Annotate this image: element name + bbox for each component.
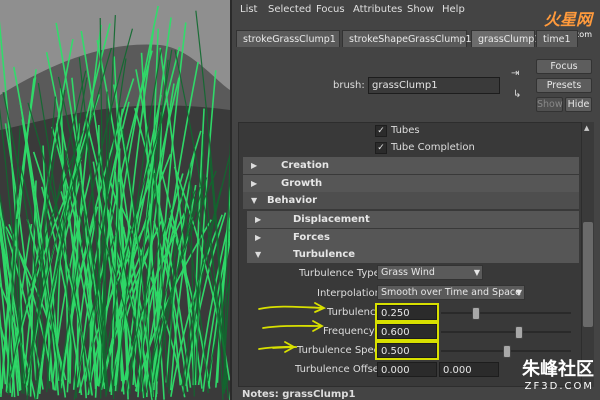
highlight-box-speed xyxy=(375,341,439,360)
presets-button[interactable]: Presets xyxy=(536,78,592,93)
input-connection-icon[interactable]: ⇥ xyxy=(511,68,523,80)
dropdown-arrow-icon: ▼ xyxy=(515,288,522,297)
collapsed-arrow-icon: ▶ xyxy=(251,161,258,170)
watermark-zf3d: 朱峰社区 ZF3D.COM xyxy=(522,359,594,392)
tab-strokeshapegrassclump1[interactable]: strokeShapeGrassClump1 xyxy=(342,30,472,47)
turbulence-slider[interactable] xyxy=(441,312,571,314)
attribute-editor: List Selected Focus Attributes Show Help… xyxy=(230,0,600,400)
turbulence-offset-label: Turbulence Offset xyxy=(295,364,383,375)
section-turbulence[interactable]: ▼ Turbulence xyxy=(247,246,579,263)
tube-completion-label: Tube Completion xyxy=(391,142,475,153)
brush-label: brush: xyxy=(333,80,365,91)
collapsed-arrow-icon: ▶ xyxy=(255,233,262,242)
tab-time1[interactable]: time1 xyxy=(536,30,578,47)
expanded-arrow-icon: ▼ xyxy=(251,196,258,205)
tab-grassclump1[interactable]: grassClump1 xyxy=(471,30,540,47)
highlight-box-frequency xyxy=(375,322,439,341)
dropdown-arrow-icon: ▼ xyxy=(473,268,480,277)
menu-list[interactable]: List xyxy=(240,4,257,15)
show-button[interactable]: Show xyxy=(536,97,563,112)
turbulence-type-dropdown[interactable]: Grass Wind ▼ xyxy=(377,265,483,280)
menu-focus[interactable]: Focus xyxy=(316,4,345,15)
collapsed-arrow-icon: ▶ xyxy=(255,215,262,224)
section-displacement[interactable]: ▶ Displacement xyxy=(247,211,579,228)
tubes-checkbox[interactable]: ✓ xyxy=(375,125,387,137)
section-creation[interactable]: ▶ Creation xyxy=(243,157,579,174)
interpolation-dropdown[interactable]: Smooth over Time and Space ▼ xyxy=(377,285,525,300)
turbulence-offset-x-field[interactable]: 0.000 xyxy=(377,362,437,377)
render-viewport[interactable] xyxy=(0,0,230,400)
collapsed-arrow-icon: ▶ xyxy=(251,179,258,188)
menu-selected[interactable]: Selected xyxy=(268,4,311,15)
menu-attributes[interactable]: Attributes xyxy=(353,4,402,15)
highlight-box-turbulence xyxy=(375,303,439,322)
tube-completion-checkbox[interactable]: ✓ xyxy=(375,142,387,154)
tab-strokegrassclump1[interactable]: strokeGrassClump1 xyxy=(236,30,340,47)
turbulence-type-label: Turbulence Type xyxy=(299,268,380,279)
node-tabs: strokeGrassClump1 strokeShapeGrassClump1… xyxy=(232,30,600,48)
focus-button[interactable]: Focus xyxy=(536,59,592,74)
grass-render xyxy=(0,0,230,400)
menu-help[interactable]: Help xyxy=(442,4,465,15)
menu-show[interactable]: Show xyxy=(407,4,434,15)
turbulence-label: Turbulence xyxy=(327,307,382,318)
tubes-label: Tubes xyxy=(391,125,420,136)
scroll-up-icon: ▲ xyxy=(584,124,590,132)
expanded-arrow-icon: ▼ xyxy=(255,250,262,259)
turbulence-slider-handle[interactable] xyxy=(472,307,480,320)
output-connection-icon[interactable]: ↳ xyxy=(513,89,525,101)
notes-label: Notes: grassClump1 xyxy=(242,389,356,400)
turbulence-speed-slider-handle[interactable] xyxy=(503,345,511,358)
attribute-scrollbar[interactable]: ▲ xyxy=(582,122,594,387)
hide-button[interactable]: Hide xyxy=(565,97,592,112)
turbulence-offset-y-field[interactable]: 0.000 xyxy=(439,362,499,377)
section-behavior[interactable]: ▼ Behavior xyxy=(243,192,579,209)
section-forces[interactable]: ▶ Forces xyxy=(247,229,579,246)
frequency-slider[interactable] xyxy=(441,331,571,333)
frequency-slider-handle[interactable] xyxy=(515,326,524,339)
brush-name-field[interactable]: grassClump1 xyxy=(368,77,500,94)
scrollbar-thumb[interactable] xyxy=(583,222,593,327)
section-growth[interactable]: ▶ Growth xyxy=(243,175,579,192)
attribute-scroll-area: ✓ Tubes ✓ Tube Completion ▶ Creation ▶ G… xyxy=(238,122,582,387)
annotation-arrows xyxy=(258,302,327,353)
